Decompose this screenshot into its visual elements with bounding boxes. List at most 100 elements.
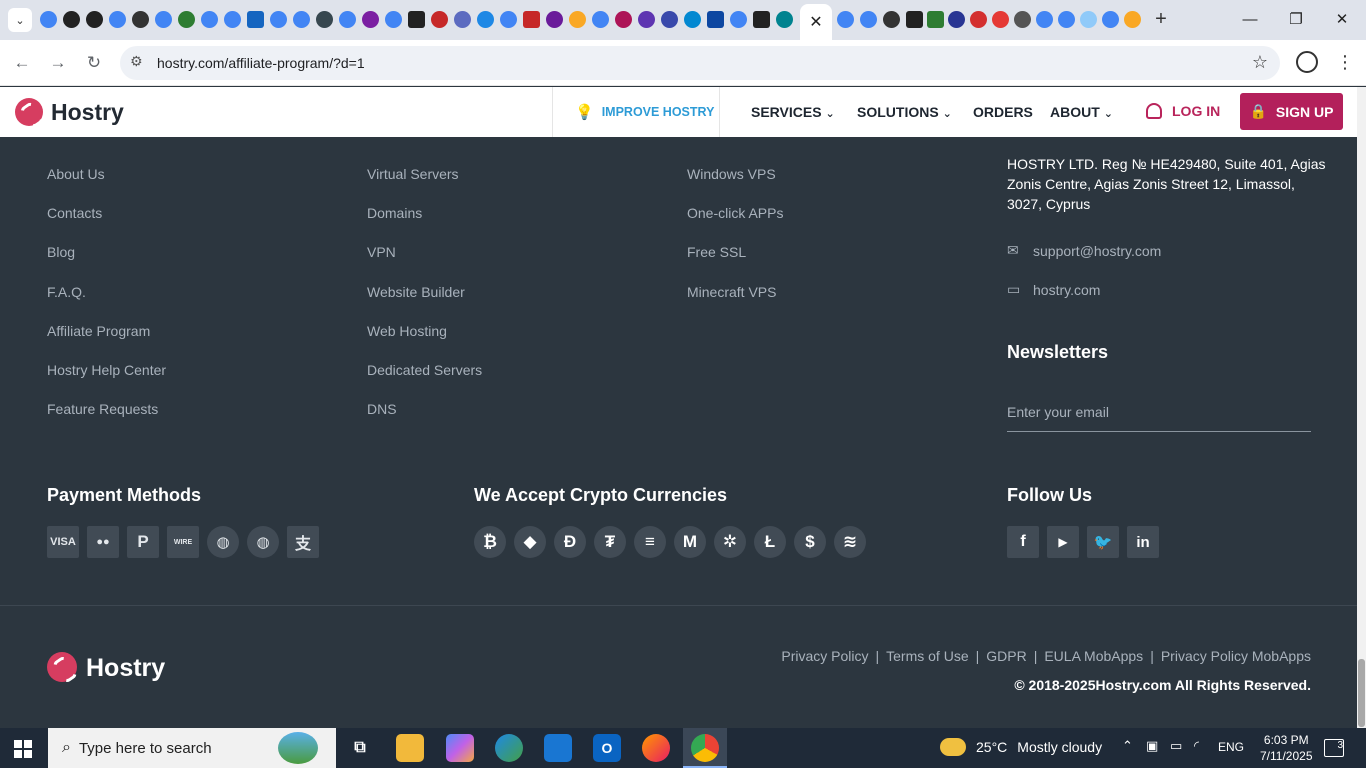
nav-orders[interactable]: ORDERS [973,104,1033,120]
tab-favicon[interactable] [707,11,724,28]
footer-link-affiliate[interactable]: Affiliate Program [47,323,150,339]
tab-favicon[interactable] [684,11,701,28]
footer-link-windows-vps[interactable]: Windows VPS [687,166,776,182]
footer-link-virtual-servers[interactable]: Virtual Servers [367,166,459,182]
windows-start-icon[interactable] [14,740,32,758]
footer-link-dedicated-servers[interactable]: Dedicated Servers [367,362,482,378]
tab-favicon[interactable] [63,11,80,28]
eula-mobapps-link[interactable]: EULA MobApps [1044,648,1143,664]
footer-link-vpn[interactable]: VPN [367,244,396,260]
notification-center-icon[interactable]: 3 [1324,739,1344,757]
tab-favicon[interactable] [408,11,425,28]
task-view-icon[interactable]: ⧉ [346,734,374,762]
firefox-icon[interactable] [642,734,670,762]
tab-favicon[interactable] [523,11,540,28]
newsletter-email-input[interactable] [1007,392,1311,432]
tab-favicon[interactable] [1124,11,1141,28]
gdpr-link[interactable]: GDPR [986,648,1026,664]
tab-favicon-google[interactable] [860,11,877,28]
footer-link-blog[interactable]: Blog [47,244,75,260]
tab-favicon[interactable] [661,11,678,28]
url-text[interactable]: hostry.com/affiliate-program/?d=1 [157,55,365,71]
footer-link-free-ssl[interactable]: Free SSL [687,244,746,260]
chrome-icon[interactable] [691,734,719,762]
close-window-icon[interactable]: ✕ [1330,8,1354,32]
tab-favicon[interactable] [546,11,563,28]
tab-favicon[interactable] [1080,11,1097,28]
footer-logo-icon[interactable] [47,652,77,682]
tab-favicon-google[interactable] [201,11,218,28]
site-logo-text[interactable]: Hostry [51,99,124,126]
restore-icon[interactable]: ❐ [1284,8,1308,32]
scrollbar-thumb[interactable] [1358,659,1365,727]
email-contact[interactable]: ✉ support@hostry.com [1007,242,1161,259]
footer-link-minecraft-vps[interactable]: Minecraft VPS [687,284,776,300]
tab-favicon-google[interactable] [500,11,517,28]
tab-favicon[interactable] [362,11,379,28]
footer-link-dns[interactable]: DNS [367,401,397,417]
twitter-icon[interactable]: 🐦 [1087,526,1119,558]
privacy-policy-mobapps-link[interactable]: Privacy Policy MobApps [1161,648,1311,664]
reload-icon[interactable]: ↻ [82,51,106,75]
menu-kebab-icon[interactable]: ⋮ [1336,51,1354,73]
footer-link-feature-requests[interactable]: Feature Requests [47,401,158,417]
page-scrollbar[interactable] [1357,87,1366,728]
tab-favicon[interactable] [927,11,944,28]
tab-favicon-google[interactable] [1058,11,1075,28]
hostry-logo-icon[interactable] [15,98,43,126]
tab-favicon[interactable] [178,11,195,28]
nav-solutions[interactable]: SOLUTIONS ⌄ [857,104,952,120]
chevron-up-icon[interactable]: ⌃ [1122,738,1133,754]
tab-favicon-google[interactable] [40,11,57,28]
footer-link-about-us[interactable]: About Us [47,166,105,182]
tab-favicon[interactable] [615,11,632,28]
tab-favicon[interactable] [638,11,655,28]
footer-link-contacts[interactable]: Contacts [47,205,102,221]
tab-favicon-google[interactable] [339,11,356,28]
meet-icon[interactable]: ▣ [1146,738,1158,754]
tab-favicon-google[interactable] [1102,11,1119,28]
tab-favicon[interactable] [454,11,471,28]
tab-favicon[interactable] [753,11,770,28]
outlook-icon[interactable]: O [593,734,621,762]
footer-link-website-builder[interactable]: Website Builder [367,284,465,300]
footer-logo-text[interactable]: Hostry [86,654,165,683]
copilot-icon[interactable] [446,734,474,762]
back-arrow-icon[interactable]: ← [10,51,34,75]
tab-favicon[interactable] [1014,11,1031,28]
tab-search-button[interactable]: ⌄ [8,8,32,32]
footer-link-domains[interactable]: Domains [367,205,422,221]
tab-favicon[interactable] [247,11,264,28]
tab-favicon-google[interactable] [224,11,241,28]
store-icon[interactable] [544,734,572,762]
tab-favicon[interactable] [431,11,448,28]
close-tab-icon[interactable]: ✕ [809,12,822,32]
youtube-icon[interactable]: ▶ [1047,526,1079,558]
tab-favicon[interactable] [776,11,793,28]
address-bar[interactable]: ⚙ hostry.com/affiliate-program/?d=1 ☆ [120,46,1280,80]
tab-favicon-google[interactable] [730,11,747,28]
taskbar-search[interactable]: ⌕ Type here to search [48,728,336,768]
weather-widget[interactable]: 25°C Mostly cloudy [940,738,1102,756]
site-info-icon[interactable]: ⚙ [130,53,143,70]
active-tab[interactable]: ✕ [800,4,832,40]
nav-about[interactable]: ABOUT ⌄ [1050,104,1113,120]
footer-link-help-center[interactable]: Hostry Help Center [47,362,166,378]
tab-favicon[interactable] [970,11,987,28]
tab-favicon-google[interactable] [293,11,310,28]
bookmark-star-icon[interactable]: ☆ [1252,52,1268,73]
edge-icon[interactable] [495,734,523,762]
tab-favicon-google[interactable] [109,11,126,28]
tab-favicon-google[interactable] [1036,11,1053,28]
tab-favicon[interactable] [316,11,333,28]
system-clock[interactable]: 6:03 PM 7/11/2025 [1260,732,1313,764]
tab-favicon-google[interactable] [270,11,287,28]
profile-icon[interactable] [1296,51,1318,73]
nav-services[interactable]: SERVICES ⌄ [751,104,835,120]
tab-favicon[interactable] [477,11,494,28]
forward-arrow-icon[interactable]: → [46,51,70,75]
minimize-icon[interactable]: — [1238,8,1262,32]
terms-of-use-link[interactable]: Terms of Use [886,648,968,664]
language-indicator[interactable]: ENG [1218,740,1244,754]
wifi-icon[interactable]: ◜ [1194,738,1199,754]
